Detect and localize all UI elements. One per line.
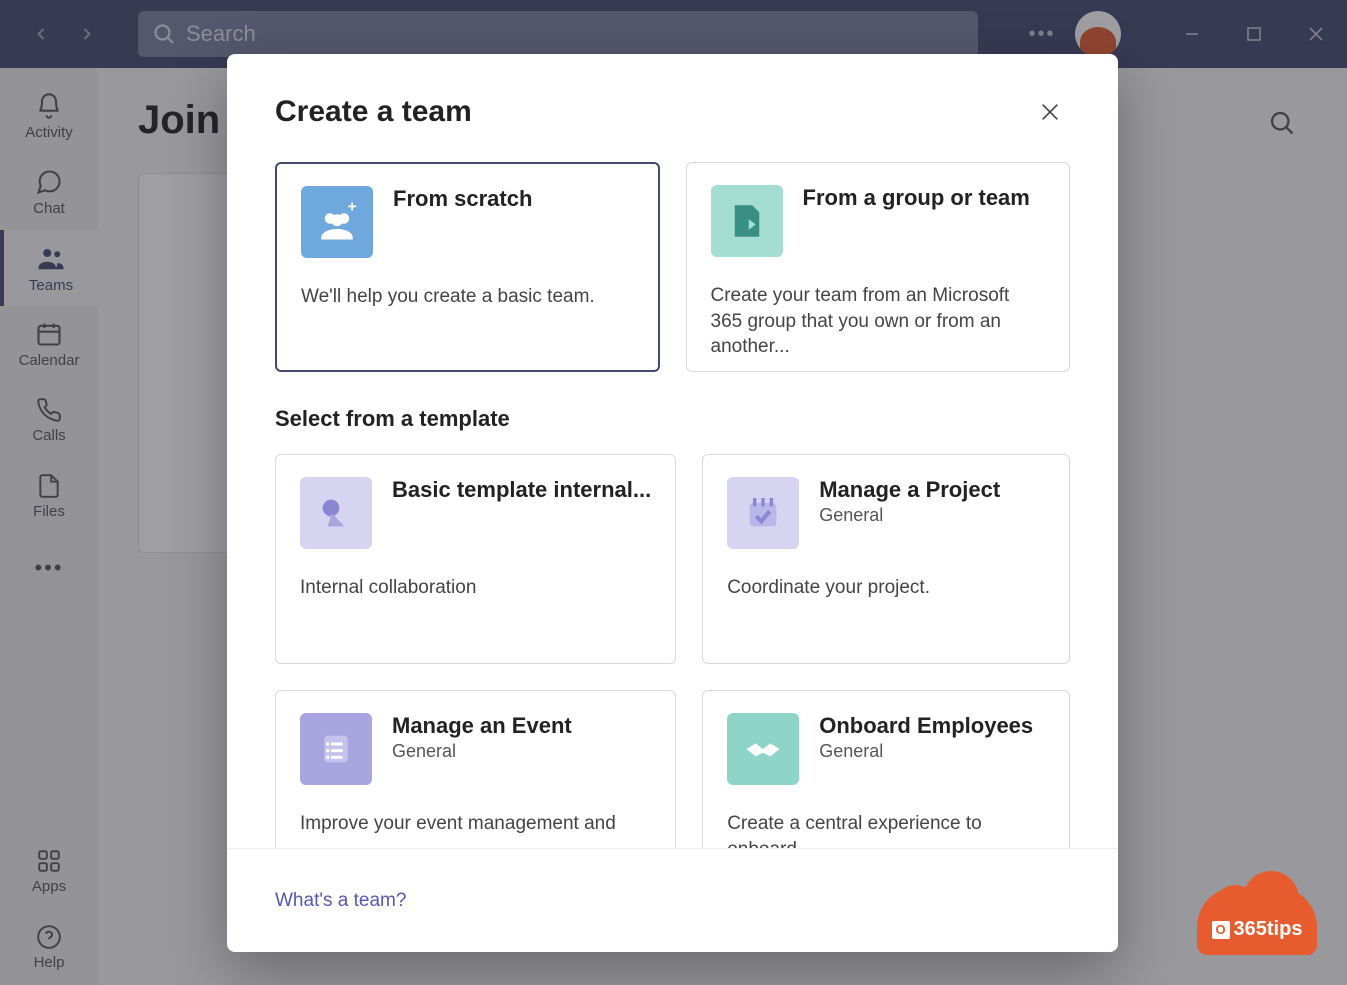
card-desc: We'll help you create a basic team.	[301, 284, 634, 310]
template-heading: Select from a template	[275, 406, 1070, 432]
watermark-365tips: O365tips	[1197, 871, 1317, 955]
handshake-icon	[727, 713, 799, 785]
card-sub: General	[819, 741, 1045, 762]
card-title: Onboard Employees	[819, 713, 1045, 739]
close-icon	[1039, 101, 1061, 123]
watermark-text: 365tips	[1234, 918, 1303, 941]
checklist-icon	[300, 713, 372, 785]
calendar-check-icon	[727, 477, 799, 549]
card-from-scratch[interactable]: + From scratch We'll help you create a b…	[275, 162, 660, 372]
card-title: Basic template internal...	[392, 477, 651, 503]
card-from-group[interactable]: From a group or team Create your team fr…	[686, 162, 1071, 372]
card-template-manage-event[interactable]: Manage an Event General Improve your eve…	[275, 690, 676, 848]
card-template-manage-project[interactable]: Manage a Project General Coordinate your…	[702, 454, 1070, 664]
shapes-icon	[300, 477, 372, 549]
create-team-modal: Create a team + From scratch	[227, 54, 1118, 952]
card-desc: Create a central experience to onboard	[727, 811, 1045, 848]
card-desc: Internal collaboration	[300, 575, 651, 601]
team-scratch-icon: +	[301, 186, 373, 258]
modal-close-button[interactable]	[1030, 92, 1070, 132]
card-template-onboard-employees[interactable]: Onboard Employees General Create a centr…	[702, 690, 1070, 848]
card-desc: Coordinate your project.	[727, 575, 1045, 601]
card-title: Manage an Event	[392, 713, 651, 739]
card-desc: Improve your event management and	[300, 811, 651, 837]
card-sub: General	[819, 505, 1045, 526]
svg-text:+: +	[348, 201, 357, 216]
card-title: From scratch	[393, 186, 634, 212]
card-desc: Create your team from an Microsoft 365 g…	[711, 283, 1046, 360]
modal-title: Create a team	[275, 95, 472, 129]
card-title: From a group or team	[803, 185, 1046, 211]
card-template-basic-internal[interactable]: Basic template internal... Internal coll…	[275, 454, 676, 664]
team-group-icon	[711, 185, 783, 257]
card-title: Manage a Project	[819, 477, 1045, 503]
whats-a-team-link[interactable]: What's a team?	[275, 890, 406, 912]
card-sub: General	[392, 741, 651, 762]
